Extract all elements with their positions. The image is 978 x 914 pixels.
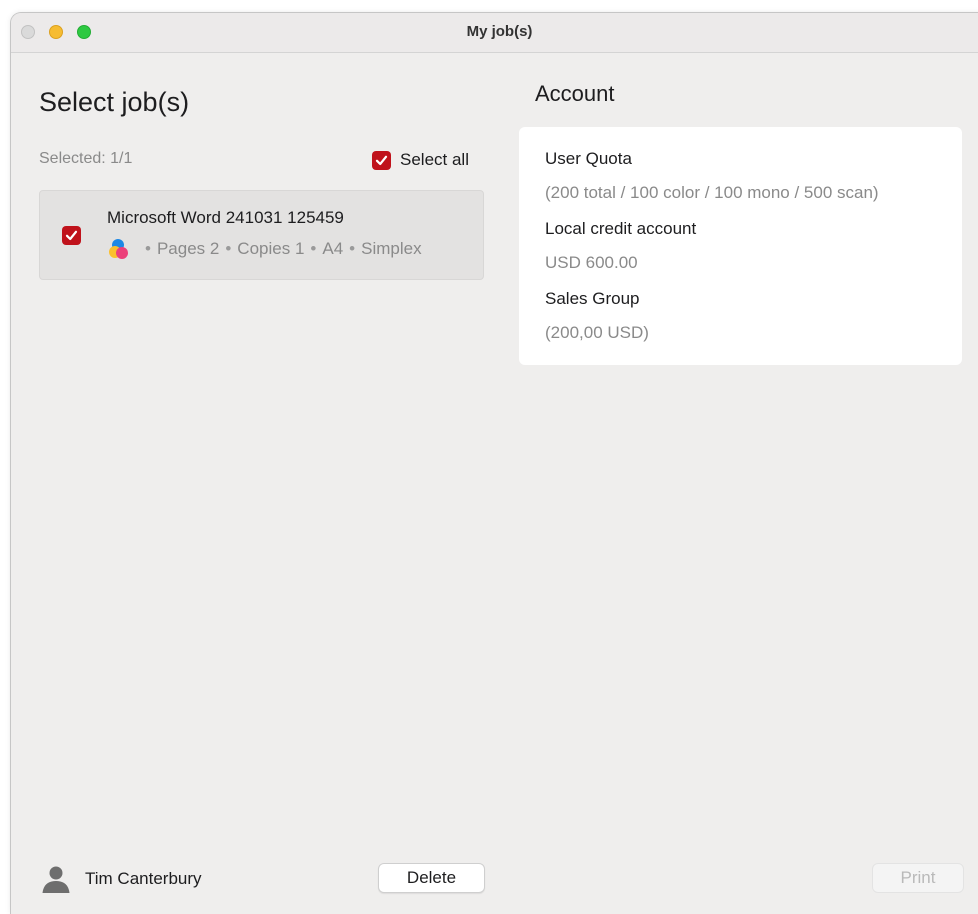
sales-group-label: Sales Group xyxy=(545,289,640,308)
job-paper-size: A4 xyxy=(322,239,344,258)
user-name: Tim Canterbury xyxy=(85,869,202,888)
delete-button[interactable]: Delete xyxy=(378,863,485,893)
job-pages: Pages 2 xyxy=(156,239,220,258)
user-quota-label: User Quota xyxy=(545,149,632,168)
account-heading: Account xyxy=(535,81,615,106)
separator-dot: • xyxy=(145,239,151,258)
separator-dot: • xyxy=(225,239,232,258)
print-button[interactable]: Print xyxy=(872,863,964,893)
account-card: User Quota (200 total / 100 color / 100 … xyxy=(519,127,962,365)
color-print-icon xyxy=(109,239,128,259)
job-details: • Pages 2 • Copies 1 • A4 • Simplex xyxy=(107,237,422,261)
app-window: My job(s) Select job(s) Selected: 1/1 Se… xyxy=(10,12,978,914)
separator-dot: • xyxy=(349,239,356,258)
select-jobs-heading: Select job(s) xyxy=(39,87,190,117)
job-title: Microsoft Word 241031 125459 xyxy=(107,208,344,227)
window-title: My job(s) xyxy=(466,23,533,40)
job-list-item[interactable]: Microsoft Word 241031 125459 • Pages 2 •… xyxy=(39,190,484,280)
separator-dot: • xyxy=(310,239,317,258)
user-quota-value: (200 total / 100 color / 100 mono / 500 … xyxy=(545,183,879,202)
current-user: Tim Canterbury xyxy=(41,864,202,894)
select-all-label: Select all xyxy=(400,150,469,169)
person-icon xyxy=(42,866,70,893)
selected-count: Selected: 1/1 xyxy=(39,150,133,167)
select-all-checkbox[interactable]: Select all xyxy=(372,149,469,171)
local-credit-value: USD 600.00 xyxy=(545,253,638,272)
job-checkbox[interactable] xyxy=(62,226,81,245)
checkbox-checked-icon xyxy=(372,150,391,170)
local-credit-label: Local credit account xyxy=(545,219,697,238)
sales-group-value: (200,00 USD) xyxy=(545,323,649,342)
title-bar: My job(s) xyxy=(11,13,978,53)
job-copies: Copies 1 xyxy=(237,239,305,258)
job-sides: Simplex xyxy=(361,239,422,258)
